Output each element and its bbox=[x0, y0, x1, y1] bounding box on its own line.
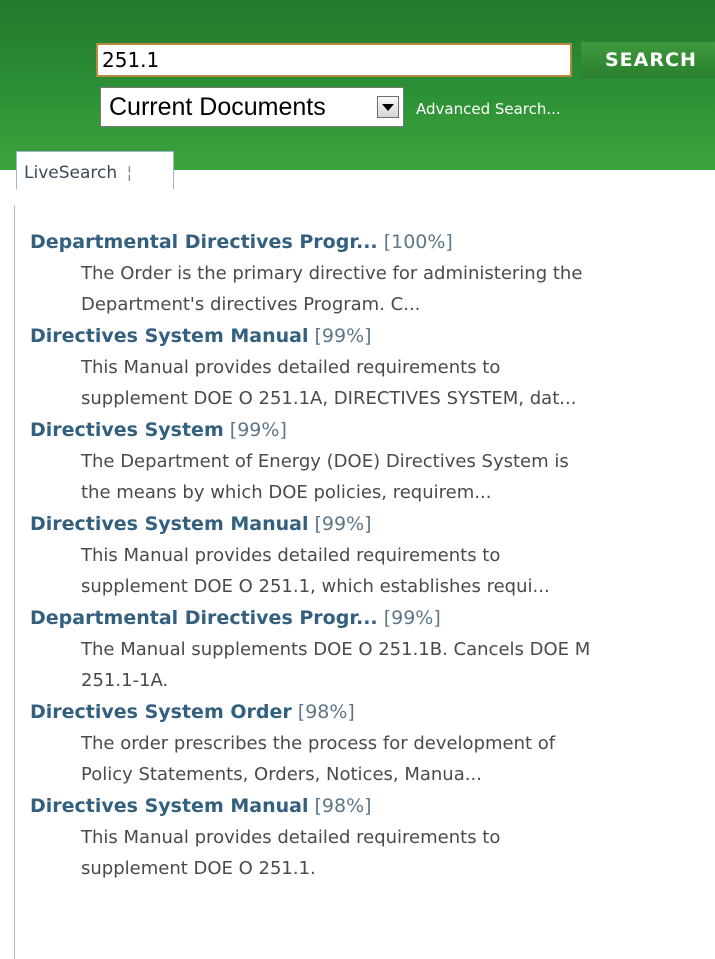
result-description-line: Department's directives Program. C... bbox=[81, 294, 421, 315]
result-description-line: The Department of Energy (DOE) Directive… bbox=[81, 451, 569, 472]
result-item: Directives System Order [98%] The order … bbox=[30, 696, 715, 790]
result-description-line: Policy Statements, Orders, Notices, Manu… bbox=[81, 764, 482, 785]
result-description-line: the means by which DOE policies, require… bbox=[81, 482, 492, 503]
result-score: [99%] bbox=[229, 419, 287, 441]
result-title-link[interactable]: Directives System Manual bbox=[30, 795, 308, 817]
result-score: [99%] bbox=[383, 607, 441, 629]
document-scope-select[interactable]: Current Documents bbox=[100, 87, 404, 127]
result-title-link[interactable]: Directives System Manual bbox=[30, 513, 308, 535]
result-item: Directives System Manual [98%] This Manu… bbox=[30, 790, 715, 884]
result-score: [99%] bbox=[314, 513, 372, 535]
result-description: This Manual provides detailed requiremen… bbox=[30, 540, 715, 602]
result-item: Directives System Manual [99%] This Manu… bbox=[30, 508, 715, 602]
result-title-link[interactable]: Directives System bbox=[30, 419, 224, 441]
result-score: [99%] bbox=[314, 325, 372, 347]
search-header: SEARCH Current Documents Advanced Search… bbox=[0, 0, 715, 170]
result-item: Directives System [99%] The Department o… bbox=[30, 414, 715, 508]
result-item: Departmental Directives Progr... [99%] T… bbox=[30, 602, 715, 696]
search-input[interactable] bbox=[96, 43, 572, 77]
result-item: Departmental Directives Progr... [100%] … bbox=[30, 226, 715, 320]
result-description-line: 251.1-1A. bbox=[81, 670, 169, 691]
result-description-line: The order prescribes the process for dev… bbox=[81, 733, 556, 754]
result-title-link[interactable]: Directives System Order bbox=[30, 701, 292, 723]
result-description: This Manual provides detailed requiremen… bbox=[30, 352, 715, 414]
result-description-line: The Manual supplements DOE O 251.1B. Can… bbox=[81, 639, 591, 660]
live-search-results: Departmental Directives Progr... [100%] … bbox=[30, 226, 715, 884]
tab-livesearch-label: LiveSearch bbox=[24, 163, 118, 183]
chevron-down-icon bbox=[382, 104, 394, 111]
result-description: The Manual supplements DOE O 251.1B. Can… bbox=[30, 634, 715, 696]
result-description-line: This Manual provides detailed requiremen… bbox=[81, 357, 501, 378]
result-score: [100%] bbox=[383, 231, 453, 253]
result-item: Directives System Manual [99%] This Manu… bbox=[30, 320, 715, 414]
tab-separator: ¦ bbox=[126, 163, 133, 183]
result-description: The Department of Energy (DOE) Directive… bbox=[30, 446, 715, 508]
result-description-line: This Manual provides detailed requiremen… bbox=[81, 545, 501, 566]
result-title-link[interactable]: Departmental Directives Progr... bbox=[30, 607, 378, 629]
result-description-line: supplement DOE O 251.1A, DIRECTIVES SYST… bbox=[81, 388, 577, 409]
result-description-line: supplement DOE O 251.1. bbox=[81, 858, 316, 879]
result-description-line: supplement DOE O 251.1, which establishe… bbox=[81, 576, 550, 597]
tab-livesearch[interactable]: LiveSearch ¦ bbox=[16, 151, 174, 189]
result-description: This Manual provides detailed requiremen… bbox=[30, 822, 715, 884]
search-button[interactable]: SEARCH bbox=[581, 42, 715, 78]
dropdown-arrow-button[interactable] bbox=[377, 96, 399, 118]
scope-selected-value: Current Documents bbox=[109, 93, 326, 121]
results-panel-border bbox=[14, 205, 15, 959]
result-description: The Order is the primary directive for a… bbox=[30, 258, 715, 320]
result-description-line: This Manual provides detailed requiremen… bbox=[81, 827, 501, 848]
result-score: [98%] bbox=[314, 795, 372, 817]
result-title-link[interactable]: Directives System Manual bbox=[30, 325, 308, 347]
result-description-line: The Order is the primary directive for a… bbox=[81, 263, 583, 284]
result-description: The order prescribes the process for dev… bbox=[30, 728, 715, 790]
advanced-search-link[interactable]: Advanced Search... bbox=[416, 100, 561, 118]
result-score: [98%] bbox=[297, 701, 355, 723]
result-title-link[interactable]: Departmental Directives Progr... bbox=[30, 231, 378, 253]
